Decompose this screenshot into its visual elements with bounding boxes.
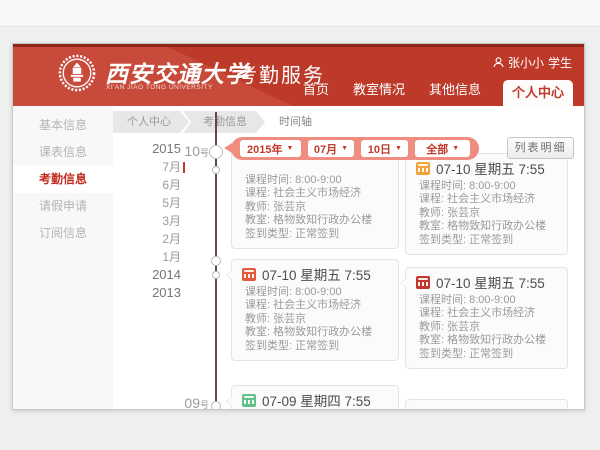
card-course: 课程: 社会主义市场经济 <box>242 187 388 200</box>
calendar-status-icon <box>242 394 256 407</box>
attendance-card: 07-10 星期五 7:55 课程时间: 8:00-9:00 课程: 社会主义市… <box>231 259 399 361</box>
card-course-time: 课程时间: 8:00-9:00 <box>242 174 388 187</box>
user-role: 学生 <box>548 54 572 71</box>
nav-item-personal-center[interactable]: 个人中心 <box>503 80 573 106</box>
card-sign-type: 签到类型: 正常签到 <box>416 234 557 247</box>
date-filter-bar: 2015年▼ 07月▼ 10日▼ 全部▼ <box>231 137 479 160</box>
scope-select[interactable]: 全部▼ <box>415 140 470 157</box>
chevron-down-icon: ▼ <box>452 145 459 152</box>
card-title: 07-09 星期四 7:55 <box>242 391 388 409</box>
sidebar-item-basic-info[interactable]: 基本信息 <box>13 112 113 139</box>
list-detail-button[interactable]: 列表明细 <box>507 137 574 159</box>
date-nav-month[interactable]: 1月 <box>121 248 181 266</box>
person-icon <box>493 57 504 68</box>
timeline-node <box>209 145 223 159</box>
timeline-node <box>211 256 221 266</box>
calendar-status-icon <box>242 268 256 281</box>
day-marker-10: 10号 <box>169 143 209 159</box>
chevron-down-icon: ▼ <box>287 145 294 152</box>
card-title: 07-10 星期五 7:55 <box>416 273 557 291</box>
main-nav: 首页 教室情况 其他信息 个人中心 <box>279 79 573 106</box>
card-sign-type: 签到类型: 正常签到 <box>242 340 388 353</box>
header-top-strip <box>13 44 584 47</box>
sidebar-item-schedule-info[interactable]: 课表信息 <box>13 139 113 166</box>
browser-chrome-strip <box>0 0 600 27</box>
card-title: 07-10 星期五 7:55 <box>242 265 388 283</box>
app-window: 西安交通大学 XI'AN JIAO TONG UNIVERSITY 考勤服务 张… <box>12 43 585 410</box>
nav-item-home[interactable]: 首页 <box>303 79 329 106</box>
date-nav-year[interactable]: 2014 <box>121 266 181 284</box>
sidebar: 基本信息 课表信息 考勤信息 请假申请 订阅信息 <box>13 106 113 409</box>
card-course: 课程: 社会主义市场经济 <box>416 307 557 320</box>
day-select[interactable]: 10日▼ <box>361 140 408 157</box>
sidebar-item-attendance-info[interactable]: 考勤信息 <box>13 166 113 193</box>
sidebar-item-subscription-info[interactable]: 订阅信息 <box>13 220 113 247</box>
sidebar-item-leave-request[interactable]: 请假申请 <box>13 193 113 220</box>
card-sign-type: 签到类型: 正常签到 <box>416 348 557 361</box>
timeline-node <box>212 166 220 174</box>
card-room: 教室: 格物致知行政办公楼 <box>242 214 388 227</box>
date-nav-month[interactable]: 3月 <box>121 212 181 230</box>
card-course: 课程: 社会主义市场经济 <box>416 193 557 206</box>
date-nav-month[interactable]: 2月 <box>121 230 181 248</box>
year-select[interactable]: 2015年▼ <box>240 140 301 157</box>
card-course: 课程: 社会主义市场经济 <box>242 299 388 312</box>
date-nav-year[interactable]: 2013 <box>121 284 181 302</box>
day-marker-09: 09号 <box>169 395 209 409</box>
attendance-card: 07-09 星期四 7:55 <box>231 385 399 409</box>
date-nav: 2015 7月 6月 5月 3月 2月 1月 2014 2013 <box>121 140 181 302</box>
card-title: 07-10 星期五 7:55 <box>416 159 557 177</box>
card-room: 教室: 格物致知行政办公楼 <box>242 326 388 339</box>
breadcrumb-timeline[interactable]: 时间轴 <box>259 111 330 133</box>
attendance-card: 课程时间: 8:00-9:00 课程: 社会主义市场经济 教师: 张芸京 教室:… <box>231 147 399 249</box>
selected-month-marker <box>183 162 185 173</box>
attendance-card: 07-10 星期五 7:55 课程时间: 8:00-9:00 课程: 社会主义市… <box>405 267 568 369</box>
nav-item-classrooms[interactable]: 教室情况 <box>353 79 405 106</box>
breadcrumb-attendance-info[interactable]: 考勤信息 <box>183 111 265 133</box>
card-teacher: 教师: 张芸京 <box>242 201 388 214</box>
card-course-time: 课程时间: 8:00-9:00 <box>416 294 557 307</box>
attendance-card <box>405 399 568 409</box>
nav-item-other-info[interactable]: 其他信息 <box>429 79 481 106</box>
content-area: 基本信息 课表信息 考勤信息 请假申请 订阅信息 个人中心 考勤信息 时间轴 2… <box>13 106 584 409</box>
card-teacher: 教师: 张芸京 <box>416 321 557 334</box>
date-nav-month-selected[interactable]: 7月 <box>121 158 181 176</box>
card-room: 教室: 格物致知行政办公楼 <box>416 220 557 233</box>
user-info[interactable]: 张小小 学生 <box>493 54 572 71</box>
breadcrumb: 个人中心 考勤信息 时间轴 <box>113 111 324 133</box>
university-seal-icon <box>58 54 96 92</box>
card-teacher: 教师: 张芸京 <box>416 207 557 220</box>
calendar-status-icon <box>416 162 430 175</box>
app-header: 西安交通大学 XI'AN JIAO TONG UNIVERSITY 考勤服务 张… <box>13 44 584 106</box>
card-teacher: 教师: 张芸京 <box>242 313 388 326</box>
chevron-down-icon: ▼ <box>395 145 402 152</box>
timeline-node <box>212 271 220 279</box>
month-select[interactable]: 07月▼ <box>308 140 355 157</box>
card-course-time: 课程时间: 8:00-9:00 <box>242 286 388 299</box>
chevron-down-icon: ▼ <box>341 145 348 152</box>
timeline-node <box>211 401 221 409</box>
attendance-card: 07-10 星期五 7:55 课程时间: 8:00-9:00 课程: 社会主义市… <box>405 153 568 255</box>
calendar-status-icon <box>416 276 430 289</box>
user-name: 张小小 <box>508 54 544 71</box>
card-sign-type: 签到类型: 正常签到 <box>242 228 388 241</box>
university-name-en: XI'AN JIAO TONG UNIVERSITY <box>106 84 213 91</box>
date-nav-month[interactable]: 5月 <box>121 194 181 212</box>
card-room: 教室: 格物致知行政办公楼 <box>416 334 557 347</box>
breadcrumb-personal-center[interactable]: 个人中心 <box>113 111 189 133</box>
card-course-time: 课程时间: 8:00-9:00 <box>416 180 557 193</box>
date-nav-month[interactable]: 6月 <box>121 176 181 194</box>
